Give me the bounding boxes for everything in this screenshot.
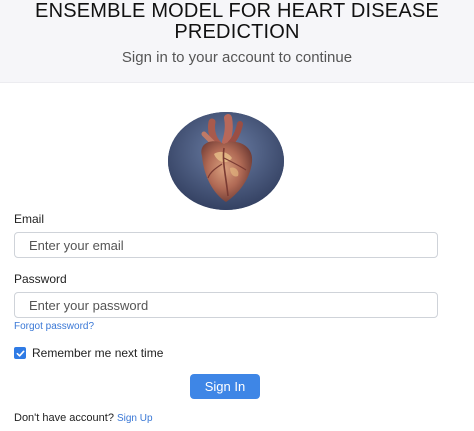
sign-up-link[interactable]: Sign Up: [117, 413, 153, 424]
page-title-line2: PREDICTION: [174, 21, 300, 43]
password-label: Password: [14, 272, 67, 286]
sign-in-button[interactable]: Sign In: [190, 374, 260, 399]
signup-prompt-text: Don't have account?: [14, 412, 114, 424]
heart-image-icon: [168, 112, 284, 210]
page-title-line1: ENSEMBLE MODEL FOR HEART DISEASE: [35, 0, 439, 22]
email-input[interactable]: [14, 232, 438, 258]
remember-me-label: Remember me next time: [32, 346, 164, 360]
page-title: ENSEMBLE MODEL FOR HEART DISEASE PREDICT…: [0, 1, 474, 43]
page-header: ENSEMBLE MODEL FOR HEART DISEASE PREDICT…: [0, 0, 474, 83]
remember-me-row[interactable]: Remember me next time: [14, 346, 163, 360]
forgot-password-link[interactable]: Forgot password?: [14, 321, 94, 333]
page-subtitle: Sign in to your account to continue: [121, 49, 353, 66]
password-input[interactable]: [14, 292, 438, 318]
heart-avatar: [168, 112, 284, 210]
signup-prompt: Don't have account? Sign Up: [14, 412, 153, 425]
checkmark-icon: [16, 350, 24, 357]
remember-me-checkbox[interactable]: [14, 347, 26, 359]
email-label: Email: [14, 212, 45, 226]
